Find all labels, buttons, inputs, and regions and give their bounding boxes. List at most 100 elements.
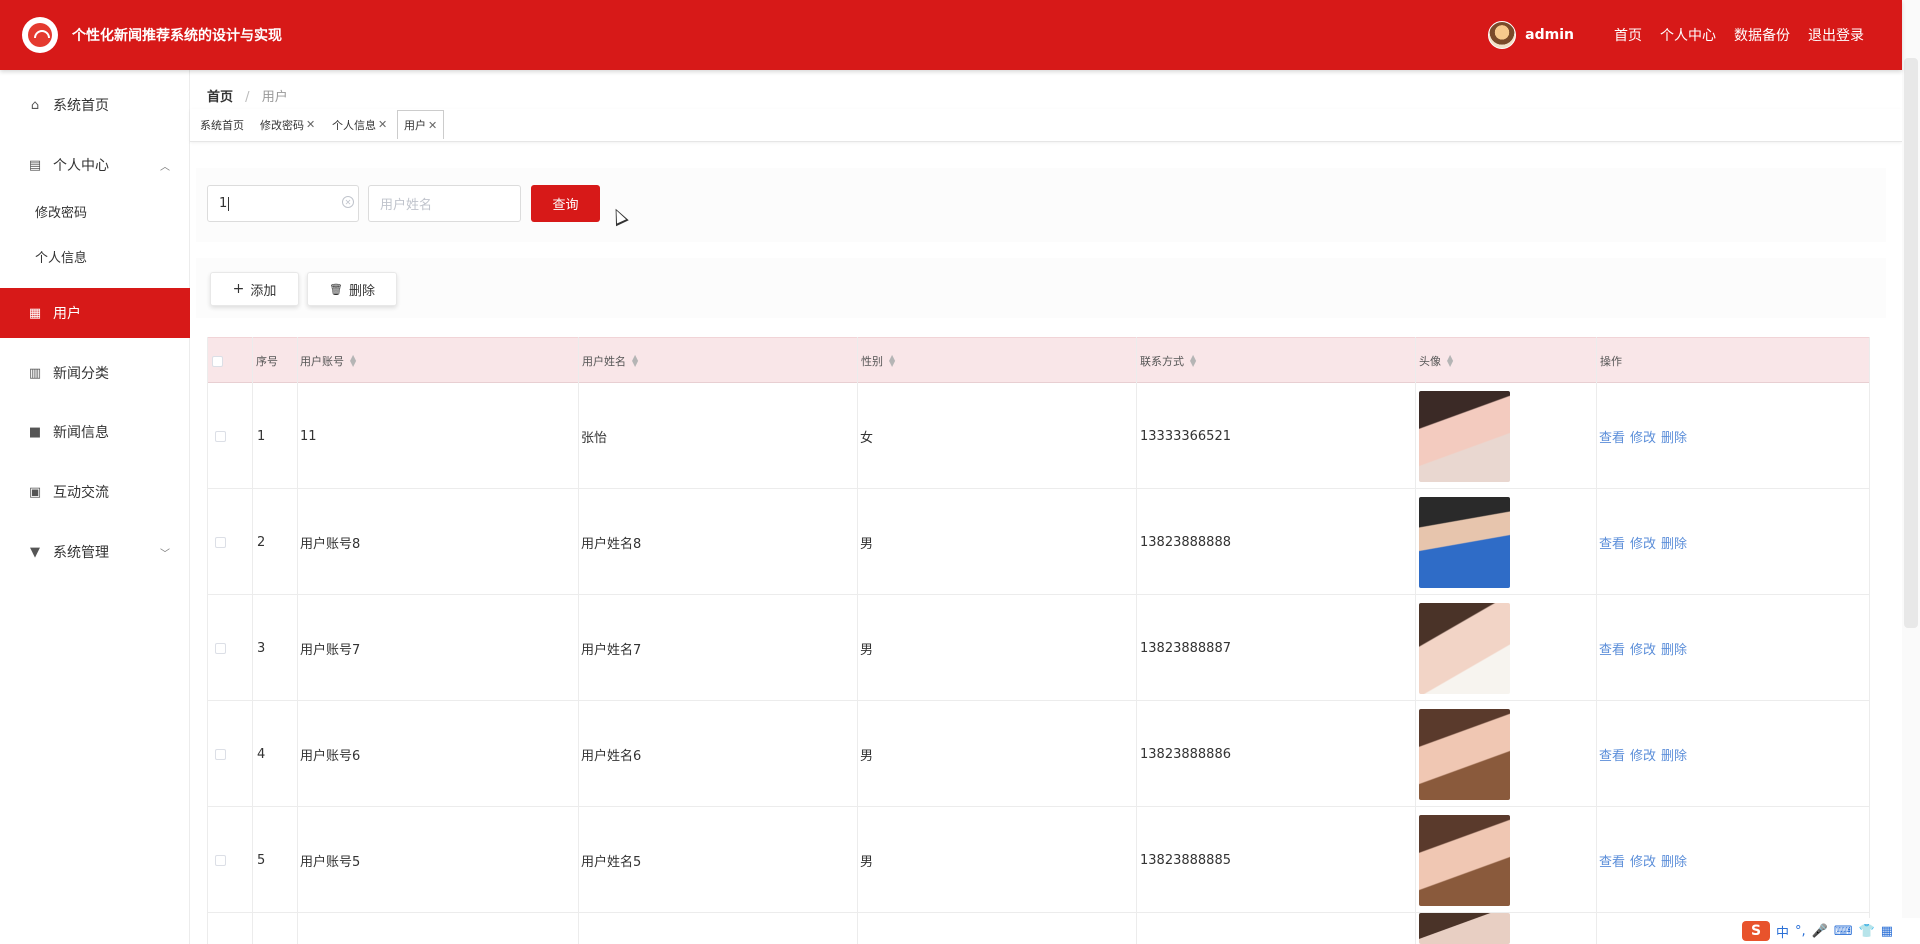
close-icon[interactable]: ✕	[428, 119, 437, 132]
delete-button[interactable]: 🗑 删除	[307, 272, 397, 306]
sidebar-item-change-password[interactable]: 修改密码	[0, 191, 190, 231]
ime-language-indicator[interactable]: 中	[1776, 922, 1789, 941]
sort-icon[interactable]: ▲ ▼	[350, 354, 356, 368]
edit-link[interactable]: 修改	[1630, 427, 1656, 446]
account-search-input[interactable]: 1 ✕	[207, 185, 359, 222]
breadcrumb-current: 用户	[261, 90, 288, 105]
select-all-cell[interactable]	[210, 338, 250, 384]
table-row[interactable]: 5 用户账号5 用户姓名5 男 13823888885 查看 修改 删除	[207, 807, 1869, 913]
delete-link[interactable]: 删除	[1661, 639, 1687, 658]
view-link[interactable]: 查看	[1599, 639, 1625, 658]
app-title: 个性化新闻推荐系统的设计与实现	[72, 28, 282, 44]
user-avatar-photo[interactable]	[1419, 814, 1510, 906]
tab-change-password[interactable]: 修改密码 ✕	[254, 110, 321, 139]
view-link[interactable]: 查看	[1599, 851, 1625, 870]
query-button[interactable]: 查询	[531, 185, 600, 222]
keyboard-icon[interactable]: ⌨	[1834, 924, 1853, 939]
tab-label: 用户	[404, 119, 426, 132]
table-row[interactable]: 2 用户账号8 用户姓名8 男 13823888888 查看 修改 删除	[207, 489, 1869, 595]
sidebar-item-users[interactable]: ▦ 用户	[0, 288, 190, 338]
user-avatar-photo[interactable]	[1419, 390, 1510, 482]
add-button[interactable]: + 添加	[210, 272, 299, 306]
name-search-input[interactable]: 用户姓名	[368, 185, 521, 222]
nav-profile-link[interactable]: 个人中心	[1660, 25, 1716, 45]
row-checkbox[interactable]	[215, 430, 226, 442]
shirt-icon[interactable]: 👕	[1859, 924, 1875, 939]
tab-system-home[interactable]: 系统首页	[194, 110, 250, 139]
row-checkbox[interactable]	[215, 642, 226, 654]
user-avatar[interactable]	[1488, 21, 1517, 49]
column-header-phone[interactable]: 联系方式 ▲ ▼	[1138, 338, 1196, 384]
row-checkbox[interactable]	[215, 536, 226, 548]
cell-phone: 13333366521	[1140, 428, 1231, 444]
close-icon[interactable]: ✕	[378, 118, 387, 131]
sort-icon[interactable]: ▲ ▼	[632, 354, 638, 368]
user-avatar-photo[interactable]	[1419, 602, 1510, 694]
sogou-logo-icon[interactable]: S	[1742, 921, 1770, 941]
user-avatar-photo[interactable]	[1419, 496, 1510, 588]
edit-link[interactable]: 修改	[1630, 851, 1656, 870]
row-operations: 查看 修改 删除	[1599, 383, 1692, 489]
cell-account: 用户账号7	[300, 642, 361, 658]
view-link[interactable]: 查看	[1599, 427, 1625, 446]
edit-link[interactable]: 修改	[1630, 745, 1656, 764]
column-header-account[interactable]: 用户账号 ▲ ▼	[298, 338, 356, 384]
table-row[interactable]	[207, 913, 1869, 944]
user-avatar-photo[interactable]	[1419, 913, 1510, 944]
sort-icon[interactable]: ▲ ▼	[889, 354, 895, 368]
grid-menu-icon[interactable]: ▦	[1881, 924, 1893, 939]
delete-link[interactable]: 删除	[1661, 851, 1687, 870]
sidebar-item-interaction[interactable]: ▣ 互动交流	[0, 467, 190, 517]
sort-icon[interactable]: ▲ ▼	[1447, 354, 1453, 368]
delete-link[interactable]: 删除	[1661, 745, 1687, 764]
delete-link[interactable]: 删除	[1661, 533, 1687, 552]
view-link[interactable]: 查看	[1599, 533, 1625, 552]
sidebar-item-news-category[interactable]: ▥ 新闻分类	[0, 348, 190, 398]
cell-phone: 13823888887	[1140, 640, 1231, 656]
column-header-name[interactable]: 用户姓名 ▲ ▼	[580, 338, 638, 384]
close-icon[interactable]: ✕	[306, 118, 315, 131]
table-row[interactable]: 3 用户账号7 用户姓名7 男 13823888887 查看 修改 删除	[207, 595, 1869, 701]
row-checkbox[interactable]	[215, 854, 226, 866]
nav-backup-link[interactable]: 数据备份	[1734, 25, 1790, 45]
column-header-gender[interactable]: 性别 ▲ ▼	[859, 338, 895, 384]
scrollbar-thumb[interactable]	[1904, 58, 1918, 628]
sidebar-item-system-admin[interactable]: ▼ 系统管理 ﹀	[0, 527, 190, 577]
punctuation-icon[interactable]: °,	[1795, 924, 1806, 939]
tab-users[interactable]: 用户 ✕	[397, 110, 445, 139]
clipboard-icon: ▣	[28, 484, 42, 500]
select-all-checkbox[interactable]	[212, 355, 223, 367]
microphone-icon[interactable]: 🎤	[1812, 924, 1828, 939]
table-row[interactable]: 4 用户账号6 用户姓名6 男 13823888886 查看 修改 删除	[207, 701, 1869, 807]
sidebar-item-label: 个人中心	[53, 158, 109, 174]
clear-icon[interactable]: ✕	[342, 196, 354, 208]
nav-logout-link[interactable]: 退出登录	[1808, 25, 1864, 45]
edit-link[interactable]: 修改	[1630, 533, 1656, 552]
cell-index: 4	[257, 746, 266, 762]
edit-link[interactable]: 修改	[1630, 639, 1656, 658]
cell-name: 用户姓名5	[581, 854, 642, 870]
delete-link[interactable]: 删除	[1661, 427, 1687, 446]
tab-label: 个人信息	[332, 118, 376, 132]
delete-button-label: 删除	[348, 283, 375, 299]
sidebar-item-personal-center[interactable]: ▤ 个人中心 ︿	[0, 140, 190, 190]
column-header-avatar[interactable]: 头像 ▲ ▼	[1417, 338, 1453, 384]
account-input-value: 1	[219, 196, 228, 211]
tab-personal-info[interactable]: 个人信息 ✕	[326, 110, 393, 139]
cell-gender: 男	[860, 748, 874, 764]
table-row[interactable]: 1 11 张怡 女 13333366521 查看 修改 删除	[207, 383, 1869, 489]
sidebar-item-label: 互动交流	[53, 485, 109, 501]
sidebar-item-personal-info[interactable]: 个人信息	[0, 236, 190, 276]
user-avatar-photo[interactable]	[1419, 708, 1510, 800]
sidebar-item-news-info[interactable]: ■ 新闻信息	[0, 407, 190, 457]
sidebar-item-label: 修改密码	[35, 205, 88, 221]
sort-icon[interactable]: ▲ ▼	[1190, 354, 1196, 368]
cell-index: 2	[257, 534, 266, 550]
sidebar-item-home[interactable]: ⌂ 系统首页	[0, 80, 190, 130]
breadcrumb-home[interactable]: 首页	[207, 90, 233, 105]
row-checkbox[interactable]	[215, 748, 226, 760]
view-link[interactable]: 查看	[1599, 745, 1625, 764]
cell-index: 3	[257, 640, 266, 656]
nav-home-link[interactable]: 首页	[1614, 25, 1642, 45]
table-header: 序号 用户账号 ▲ ▼ 用户姓名 ▲ ▼ 性别 ▲ ▼ 联系方式 ▲ ▼ 头像 ▲ ▼ 操…	[207, 337, 1869, 383]
